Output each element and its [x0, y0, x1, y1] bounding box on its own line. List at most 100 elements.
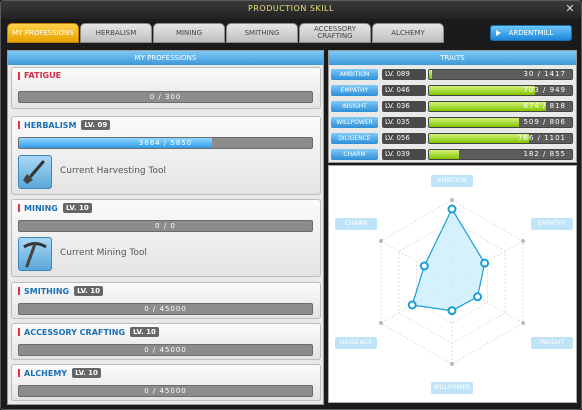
herbalism-bar: 3864 / 5850 [18, 137, 313, 149]
radar-label-ambition: AMBITION [431, 175, 473, 187]
trait-name: WILLPOWER [331, 117, 378, 128]
tab-accessory-crafting[interactable]: ACCESSORY CRAFTING [299, 23, 371, 43]
accessory-crafting-bar: 0 / 45000 [18, 344, 313, 356]
mining-tool-label: Current Mining Tool [60, 248, 147, 258]
tab-alchemy[interactable]: ALCHEMY [372, 23, 444, 43]
mining-bar: 0 / 0 [18, 220, 313, 232]
ardentmill-label: ARDENTMILL [508, 29, 554, 37]
tab-mining[interactable]: MINING [153, 23, 225, 43]
trait-value: 182 / 855 [523, 150, 566, 158]
trait-bar: 766 / 1101 [428, 133, 573, 144]
alchemy-card: ALCHEMY LV. 10 0 / 45000 [11, 364, 321, 401]
radar-label-diligence: DILIGENCE [335, 337, 377, 349]
tab-herbalism[interactable]: HERBALISM [80, 23, 152, 43]
radar-point-ambition [447, 204, 457, 214]
trait-level: LV. 046 [382, 85, 426, 96]
smithing-title: SMITHING [24, 286, 70, 296]
mining-title: MINING [24, 203, 58, 213]
alchemy-bar: 0 / 45000 [18, 385, 313, 397]
tab-smithing[interactable]: SMITHING [226, 23, 298, 43]
mining-value: 0 / 0 [155, 222, 176, 230]
trait-bar: 30 / 1417 [428, 69, 573, 80]
accessory-crafting-level-badge: LV. 10 [130, 327, 159, 337]
herbalism-title: HERBALISM [24, 120, 77, 130]
trait-bar-fill [429, 150, 460, 159]
fatigue-title: FATIGUE [24, 71, 62, 80]
trait-name: DILIGENCE [331, 133, 378, 144]
my-professions-header: MY PROFESSIONS [8, 51, 323, 65]
tab-my-professions[interactable]: MY PROFESSIONS [7, 23, 79, 43]
radar-axis-endpoint [378, 321, 383, 325]
trait-bar-fill [429, 134, 530, 143]
smithing-card: SMITHING LV. 10 0 / 45000 [11, 282, 321, 319]
pickaxe-icon [23, 242, 47, 268]
title-bar[interactable]: PRODUCTION SKILL ✕ [1, 1, 581, 19]
marker-icon [18, 71, 20, 80]
alchemy-level-badge: LV. 10 [72, 368, 101, 378]
trait-bar: 674 / 818 [428, 101, 573, 112]
trait-level: LV. 089 [382, 69, 426, 80]
radar-point-diligence [407, 300, 417, 310]
traits-list: AMBITION LV. 089 30 / 1417 EMPATHY LV. 0… [328, 67, 577, 163]
accessory-crafting-value: 0 / 45000 [144, 346, 187, 354]
marker-icon [18, 204, 20, 212]
traits-header: TRAITS [329, 51, 576, 65]
accessory-crafting-title: ACCESSORY CRAFTING [24, 327, 126, 337]
ardentmill-button[interactable]: ARDENTMILL [490, 25, 572, 41]
trait-level: LV. 056 [382, 133, 426, 144]
trait-bar-fill [429, 118, 520, 127]
trait-name: EMPATHY [331, 85, 378, 96]
fatigue-bar: 0 / 300 [18, 91, 313, 103]
trait-bar: 509 / 806 [428, 117, 573, 128]
radar-axis-endpoint [378, 239, 383, 243]
trait-name: INSIGHT [331, 101, 378, 112]
production-skill-window: PRODUCTION SKILL ✕ MY PROFESSIONS HERBAL… [0, 0, 582, 410]
trait-bar-fill [429, 70, 432, 79]
smithing-value: 0 / 45000 [144, 305, 187, 313]
mining-card: MINING LV. 10 0 / 0 Current Mining Tool [11, 199, 321, 277]
radar-point-empathy [480, 258, 490, 268]
smithing-bar: 0 / 45000 [18, 303, 313, 315]
marker-icon [18, 328, 20, 336]
trait-value: 674 / 818 [523, 102, 566, 110]
radar-label-willpower: WILLPOWER [431, 382, 473, 394]
arrow-right-icon [496, 30, 501, 36]
trait-value: 30 / 1417 [523, 70, 566, 78]
radar-label-charm: CHARM [335, 218, 377, 230]
trait-value: 703 / 949 [523, 86, 566, 94]
trait-bar-fill [429, 86, 535, 95]
alchemy-title: ALCHEMY [24, 368, 68, 378]
smithing-level-badge: LV. 10 [74, 286, 103, 296]
trait-bar: 703 / 949 [428, 85, 573, 96]
mining-tool-slot[interactable] [18, 237, 52, 271]
radar-axis-endpoint [521, 239, 526, 243]
fatigue-card: FATIGUE 0 / 300 [11, 67, 321, 109]
close-icon[interactable]: ✕ [564, 3, 576, 15]
herbalism-value: 3864 / 5850 [138, 139, 193, 147]
trait-level: LV. 036 [382, 101, 426, 112]
radar-label-insight: INSIGHT [531, 337, 573, 349]
radar-axis-endpoint [450, 198, 454, 202]
alchemy-value: 0 / 45000 [144, 387, 187, 395]
radar-label-empathy: EMPATHY [531, 218, 573, 230]
accessory-crafting-card: ACCESSORY CRAFTING LV. 10 0 / 45000 [11, 323, 321, 360]
shovel-icon [23, 160, 45, 184]
trait-value: 509 / 806 [523, 118, 566, 126]
harvesting-tool-slot[interactable] [18, 155, 52, 189]
herbalism-level-badge: LV. 09 [81, 120, 111, 130]
trait-name: AMBITION [331, 69, 378, 80]
harvesting-tool-label: Current Harvesting Tool [60, 166, 166, 176]
marker-icon [18, 121, 20, 129]
radar-axis-endpoint [521, 321, 526, 325]
trait-name: CHARM [331, 149, 378, 160]
radar-svg [378, 198, 526, 366]
radar-point-charm [419, 261, 429, 271]
trait-level: LV. 035 [382, 117, 426, 128]
radar-axis-endpoint [450, 362, 454, 366]
fatigue-value: 0 / 300 [149, 93, 182, 101]
marker-icon [18, 287, 20, 295]
window-title: PRODUCTION SKILL [248, 4, 334, 13]
marker-icon [18, 369, 20, 377]
mining-level-badge: LV. 10 [62, 203, 92, 213]
trait-value: 766 / 1101 [518, 134, 566, 142]
